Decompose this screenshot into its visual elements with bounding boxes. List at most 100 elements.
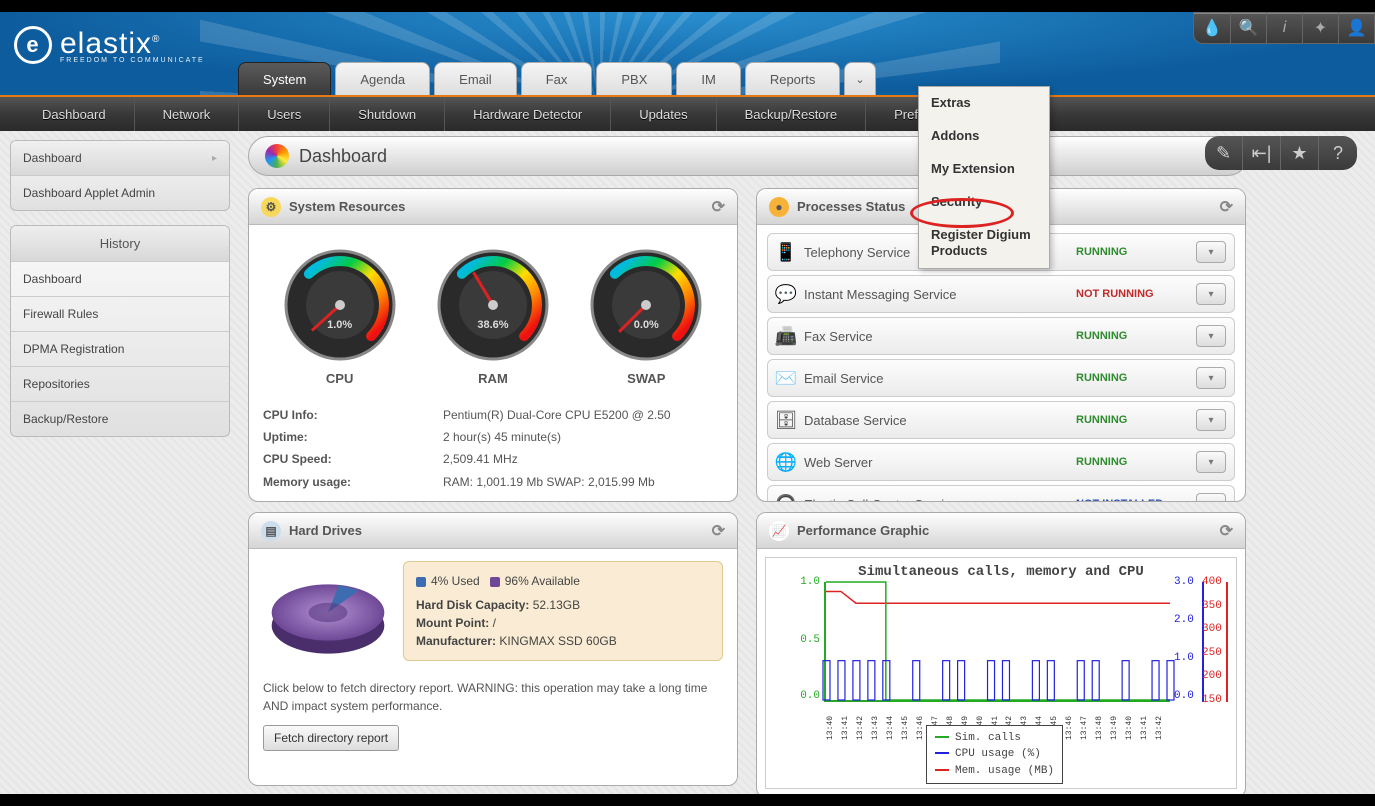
gear-icon: ⚙ (261, 197, 281, 217)
collapse-icon[interactable]: ⇤| (1243, 136, 1281, 170)
utility-toolbar: 💧 🔍 i ✦ 👤 (1193, 12, 1375, 44)
process-icon: ● (769, 197, 789, 217)
tab-im[interactable]: IM (676, 62, 740, 96)
process-toggle[interactable]: ▾ (1196, 493, 1226, 502)
process-toggle[interactable]: ▾ (1196, 283, 1226, 305)
subnav-users[interactable]: Users (239, 97, 330, 131)
gauge-ram: 38.6%RAM (433, 245, 553, 386)
subnav-updates[interactable]: Updates (611, 97, 716, 131)
subnav-dashboard[interactable]: Dashboard (14, 97, 135, 131)
process-status: RUNNING (1076, 372, 1196, 384)
history-item[interactable]: DPMA Registration (11, 332, 229, 367)
dropdown-item-security[interactable]: Security (919, 186, 1049, 219)
process-icon: 🗄 (768, 410, 804, 431)
puzzle-icon[interactable]: ✦ (1302, 13, 1338, 43)
sysinfo-row: CPU Speed:2,509.41 MHz (263, 448, 723, 470)
more-dropdown: ExtrasAddonsMy ExtensionSecurityRegister… (918, 86, 1050, 269)
legend-item: Mem. usage (MB) (935, 763, 1054, 780)
process-name: Fax Service (804, 329, 1076, 344)
process-icon: 📠 (768, 326, 804, 347)
tab-reports[interactable]: Reports (745, 62, 841, 96)
process-toggle[interactable]: ▾ (1196, 451, 1226, 473)
drive-icon: ▤ (261, 521, 281, 541)
star-icon[interactable]: ★ (1281, 136, 1319, 170)
refresh-icon[interactable]: ⟳ (1220, 521, 1233, 541)
history-item[interactable]: Backup/Restore (11, 402, 229, 436)
help-icon[interactable]: ? (1319, 136, 1357, 170)
process-status: RUNNING (1076, 330, 1196, 342)
history-item[interactable]: Firewall Rules (11, 297, 229, 332)
process-icon: 💬 (768, 284, 804, 305)
process-toggle[interactable]: ▾ (1196, 241, 1226, 263)
panel-title: System Resources (289, 199, 405, 214)
droplet-icon[interactable]: 💧 (1194, 13, 1230, 43)
edit-icon[interactable]: ✎ (1205, 136, 1243, 170)
tab-email[interactable]: Email (434, 62, 517, 96)
dropdown-item-my-extension[interactable]: My Extension (919, 153, 1049, 186)
process-name: Email Service (804, 371, 1076, 386)
subnav-backup-restore[interactable]: Backup/Restore (717, 97, 867, 131)
main-tabs: SystemAgendaEmailFaxPBXIMReports⌄ (238, 62, 880, 96)
disk-pie-chart (263, 567, 393, 657)
search-icon[interactable]: 🔍 (1230, 13, 1266, 43)
process-row: 📠Fax ServiceRUNNING▾ (767, 317, 1235, 355)
dropdown-item-register-digium-products[interactable]: Register Digium Products (919, 219, 1049, 269)
user-icon[interactable]: 👤 (1338, 13, 1374, 43)
process-name: Web Server (804, 455, 1076, 470)
fetch-report-button[interactable]: Fetch directory report (263, 725, 399, 751)
process-name: Elastix Call Center Service (804, 497, 1076, 503)
process-icon: 🌐 (768, 452, 804, 473)
process-toggle[interactable]: ▾ (1196, 409, 1226, 431)
sysinfo-row: CPU Info:Pentium(R) Dual-Core CPU E5200 … (263, 404, 723, 426)
sidebar-item[interactable]: Dashboard▸ (11, 141, 229, 176)
process-row: ✉️Email ServiceRUNNING▾ (767, 359, 1235, 397)
sysinfo-row: Uptime:2 hour(s) 45 minute(s) (263, 426, 723, 448)
process-row: 🌐Web ServerRUNNING▾ (767, 443, 1235, 481)
panel-system-resources: ⚙ System Resources ⟳ 1.0%CPU 38.6%RAM (248, 188, 738, 502)
sidebar-section-main: Dashboard▸Dashboard Applet Admin (10, 140, 230, 211)
tab-agenda[interactable]: Agenda (335, 62, 430, 96)
refresh-icon[interactable]: ⟳ (1220, 197, 1233, 217)
process-icon: ✉️ (768, 368, 804, 389)
process-status: RUNNING (1076, 246, 1196, 258)
process-status: RUNNING (1076, 414, 1196, 426)
tab-pbx[interactable]: PBX (596, 62, 672, 96)
disk-legend: 4% Used 96% Available Hard Disk Capacity… (403, 561, 723, 661)
refresh-icon[interactable]: ⟳ (712, 521, 725, 541)
tab-fax[interactable]: Fax (521, 62, 593, 96)
process-icon: 📱 (768, 242, 804, 263)
disk-warning: Click below to fetch directory report. W… (263, 671, 723, 715)
dropdown-item-extras[interactable]: Extras (919, 87, 1049, 120)
legend-item: Sim. calls (935, 730, 1054, 747)
page-actions: ✎ ⇤| ★ ? (1205, 136, 1357, 170)
dropdown-item-addons[interactable]: Addons (919, 120, 1049, 153)
process-toggle[interactable]: ▾ (1196, 325, 1226, 347)
panel-title: Hard Drives (289, 523, 362, 538)
subnav-hardware-detector[interactable]: Hardware Detector (445, 97, 611, 131)
sub-nav: DashboardNetworkUsersShutdownHardware De… (0, 95, 1375, 131)
process-row: 💬Instant Messaging ServiceNOT RUNNING▾ (767, 275, 1235, 313)
history-item[interactable]: Repositories (11, 367, 229, 402)
gauge-swap: 0.0%SWAP (586, 245, 706, 386)
panel-performance-graphic: 📈 Performance Graphic ⟳ Simultaneous cal… (756, 512, 1246, 794)
process-row: 🎧Elastix Call Center ServiceNOT INSTALLE… (767, 485, 1235, 502)
process-status: RUNNING (1076, 456, 1196, 468)
subnav-shutdown[interactable]: Shutdown (330, 97, 445, 131)
tab-system[interactable]: System (238, 62, 331, 96)
history-heading: History (11, 226, 229, 262)
history-item[interactable]: Dashboard (11, 262, 229, 297)
process-row: 🗄Database ServiceRUNNING▾ (767, 401, 1235, 439)
process-toggle[interactable]: ▾ (1196, 367, 1226, 389)
subnav-network[interactable]: Network (135, 97, 240, 131)
performance-chart: Simultaneous calls, memory and CPU 1.0 0… (765, 557, 1237, 789)
panel-hard-drives: ▤ Hard Drives ⟳ 4% (248, 512, 738, 786)
process-name: Database Service (804, 413, 1076, 428)
refresh-icon[interactable]: ⟳ (712, 197, 725, 217)
process-icon: 🎧 (768, 494, 804, 503)
info-icon[interactable]: i (1266, 13, 1302, 43)
legend-item: CPU usage (%) (935, 746, 1054, 763)
sidebar-item[interactable]: Dashboard Applet Admin (11, 176, 229, 210)
brand-logo: e elastix®FREEDOM TO COMMUNICATE (14, 26, 205, 64)
tab-more[interactable]: ⌄ (844, 62, 875, 96)
sysinfo-row: Memory usage:RAM: 1,001.19 Mb SWAP: 2,01… (263, 471, 723, 493)
